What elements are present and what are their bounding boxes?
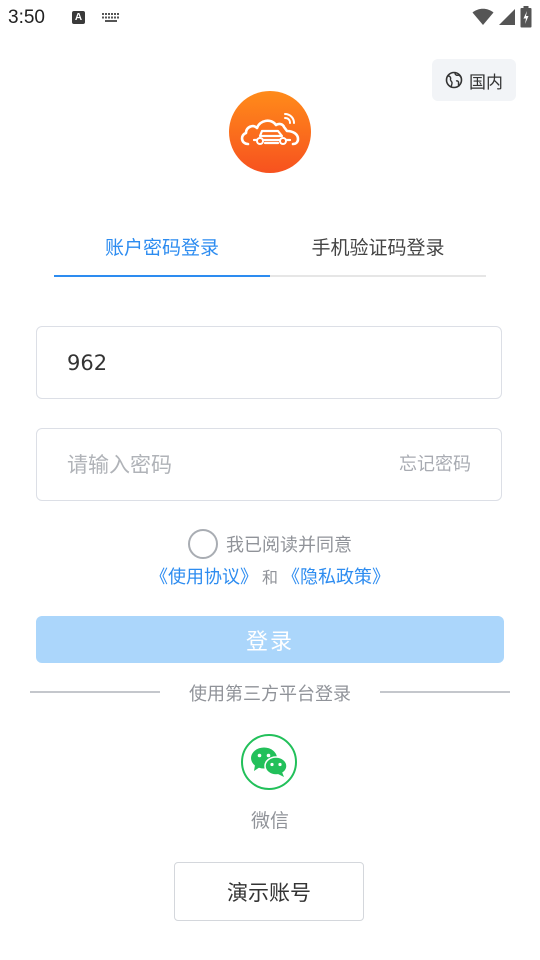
divider-right [380,691,510,693]
tab-sms-code[interactable]: 手机验证码登录 [270,222,486,270]
login-tabs: 账户密码登录 手机验证码登录 [54,222,486,278]
demo-account-button[interactable]: 演示账号 [174,862,364,921]
agreement-and: 和 [261,568,278,587]
account-input[interactable] [67,327,387,398]
privacy-policy-link[interactable]: 《隐私政策》 [282,563,390,589]
region-button[interactable]: 国内 [432,59,516,101]
login-button[interactable]: 登录 [36,616,504,663]
cloud-car-icon [240,113,300,146]
agreement-row: 我已阅读并同意 [0,528,540,560]
tab-account-password[interactable]: 账户密码登录 [54,222,270,270]
divider-left [30,691,160,693]
wechat-login-button[interactable] [241,734,297,790]
status-time: 3:50 [8,7,45,28]
a-notification-icon: A [72,11,85,24]
agreement-checkbox[interactable] [188,529,218,559]
signal-icon [499,9,515,25]
keyboard-icon [102,13,119,22]
app-logo [229,91,311,173]
wifi-icon [472,8,494,25]
globe-icon [445,71,463,89]
agreement-links: 《使用协议》 和 《隐私政策》 [0,562,540,590]
battery-icon [520,6,532,28]
password-field: 忘记密码 [36,428,502,501]
status-right-icons [472,6,532,28]
wechat-label: 微信 [250,810,289,832]
wechat-icon [251,747,288,777]
active-tab-indicator [54,275,270,277]
terms-of-use-link[interactable]: 《使用协议》 [150,563,258,589]
account-field [36,326,502,399]
password-input[interactable] [67,429,387,500]
region-label: 国内 [469,72,503,93]
status-bar: 3:50 A [0,0,540,36]
agreement-text: 我已阅读并同意 [226,535,352,556]
third-party-divider-text: 使用第三方平台登录 [189,684,351,705]
forgot-password-link[interactable]: 忘记密码 [399,429,471,500]
